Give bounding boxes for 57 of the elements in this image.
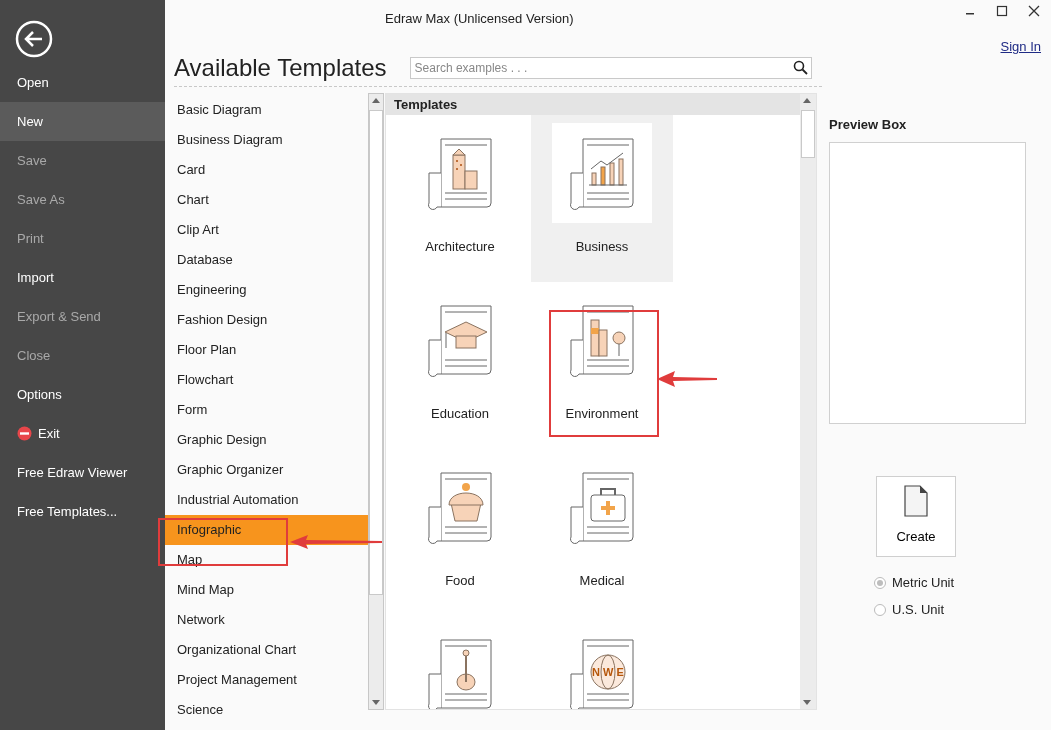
category-item[interactable]: Flowchart bbox=[165, 365, 368, 395]
template-tile[interactable]: Business bbox=[531, 115, 673, 282]
category-item[interactable]: Chart bbox=[165, 185, 368, 215]
category-item[interactable]: Database bbox=[165, 245, 368, 275]
menu-item[interactable]: Free Templates... bbox=[0, 492, 165, 531]
close-icon[interactable] bbox=[1027, 4, 1041, 18]
radio-label: U.S. Unit bbox=[892, 601, 944, 620]
category-item[interactable]: Floor Plan bbox=[165, 335, 368, 365]
annotation-arrow bbox=[657, 371, 717, 387]
menu-item[interactable]: Options bbox=[0, 375, 165, 414]
template-tile[interactable]: N W E bbox=[531, 616, 673, 709]
category-item[interactable]: Clip Art bbox=[165, 215, 368, 245]
radio-button[interactable] bbox=[874, 577, 886, 589]
category-item[interactable]: Infographic bbox=[165, 515, 368, 545]
category-item[interactable]: Business Diagram bbox=[165, 125, 368, 155]
scrollbar[interactable] bbox=[800, 94, 816, 709]
category-item[interactable]: Graphic Organizer bbox=[165, 455, 368, 485]
section-header: Templates bbox=[386, 94, 800, 115]
template-tile[interactable]: Environment bbox=[531, 282, 673, 449]
menu-item[interactable]: New bbox=[0, 102, 165, 141]
create-button[interactable]: Create bbox=[876, 475, 956, 557]
scroll-thumb[interactable] bbox=[801, 110, 815, 158]
radio-button[interactable] bbox=[874, 604, 886, 616]
radio-label: Metric Unit bbox=[892, 574, 955, 593]
search-icon bbox=[792, 60, 808, 75]
category-item[interactable]: Fashion Design bbox=[165, 305, 368, 335]
category-item[interactable]: Science bbox=[165, 695, 368, 720]
menu-item[interactable]: Open bbox=[0, 63, 165, 102]
category-item[interactable]: Industrial Automation bbox=[165, 485, 368, 515]
scrollbar[interactable] bbox=[368, 93, 384, 710]
window-title: Edraw Max (Unlicensed Version) bbox=[385, 10, 574, 28]
category-item[interactable]: Project Management bbox=[165, 665, 368, 695]
template-tile[interactable]: Education bbox=[389, 282, 531, 449]
template-tile[interactable]: Medical bbox=[531, 449, 673, 616]
category-item[interactable]: Graphic Design bbox=[165, 425, 368, 455]
menu-item[interactable]: Exit bbox=[0, 414, 165, 453]
search-field[interactable]: Search examples . . . bbox=[409, 57, 812, 79]
page-heading: Available Templates bbox=[174, 56, 387, 80]
template-tile[interactable]: Architecture bbox=[389, 115, 531, 282]
maximize-icon[interactable] bbox=[995, 4, 1009, 18]
category-item[interactable]: Card bbox=[165, 155, 368, 185]
panel-title: Preview Box bbox=[829, 116, 908, 134]
category-item[interactable]: Mind Map bbox=[165, 575, 368, 605]
category-item[interactable]: Organizational Chart bbox=[165, 635, 368, 665]
category-item[interactable]: Engineering bbox=[165, 275, 368, 305]
category-item[interactable]: Network bbox=[165, 605, 368, 635]
sign-in-link[interactable]: Sign In bbox=[1000, 37, 1041, 57]
menu-item[interactable]: Import bbox=[0, 258, 165, 297]
menu-item[interactable]: Free Edraw Viewer bbox=[0, 453, 165, 492]
category-item[interactable]: Basic Diagram bbox=[165, 95, 368, 125]
scroll-thumb[interactable] bbox=[369, 110, 383, 595]
document-icon bbox=[904, 485, 928, 518]
category-item[interactable]: Form bbox=[165, 395, 368, 425]
category-item[interactable]: Map bbox=[165, 545, 368, 575]
template-tile[interactable]: Food bbox=[389, 449, 531, 616]
exit-icon bbox=[17, 426, 32, 441]
back-icon[interactable] bbox=[15, 20, 53, 58]
